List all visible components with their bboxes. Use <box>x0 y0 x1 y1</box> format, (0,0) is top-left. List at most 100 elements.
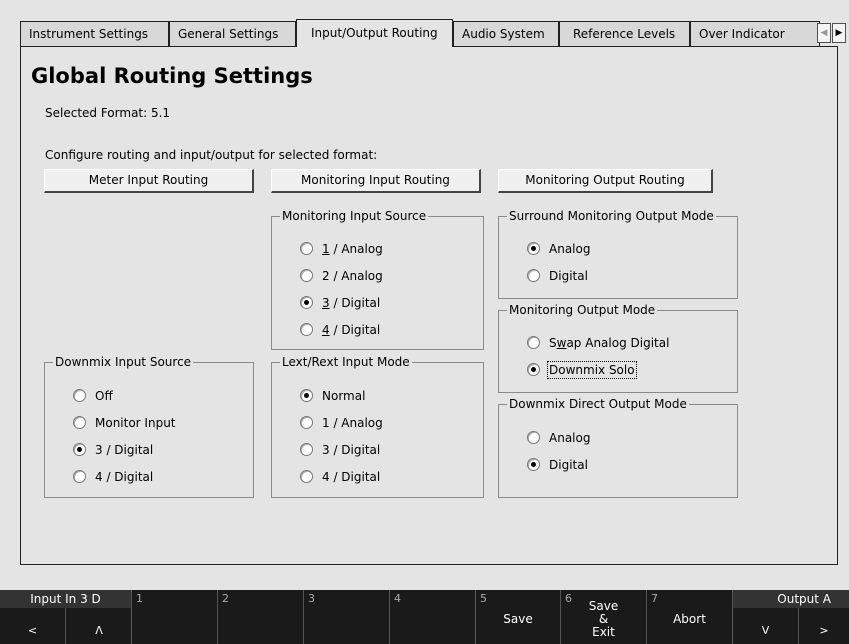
chevron-up-icon: Λ <box>95 624 103 637</box>
option-accelerator: w <box>556 336 567 350</box>
option-label: 2 / Analog <box>322 269 383 283</box>
option-accelerator: 3 <box>322 296 330 310</box>
page-title: Global Routing Settings <box>31 64 313 88</box>
radio-button[interactable] <box>300 389 313 402</box>
monitoring-output-routing-button[interactable]: Monitoring Output Routing <box>498 169 713 193</box>
option-accelerator: 4 <box>322 323 330 337</box>
monitoring-output-mode-group: Monitoring Output Mode Swap Analog Digit… <box>498 303 738 393</box>
radio-button[interactable] <box>300 242 313 255</box>
tab-label: Over Indicator <box>699 27 785 41</box>
monitoring-input-option-1-analog[interactable]: 1 / Analog <box>300 241 383 257</box>
scroll-right-icon[interactable]: ▶ <box>832 23 846 43</box>
radio-button[interactable] <box>527 242 540 255</box>
option-label: / Digital <box>329 296 381 310</box>
softkey-number: 5 <box>480 592 487 605</box>
tab-over-indicator[interactable]: Over Indicator <box>690 21 820 47</box>
downmix-direct-option-digital[interactable]: Digital <box>527 457 588 473</box>
radio-button[interactable] <box>527 458 540 471</box>
softkey-2[interactable]: 2 <box>218 590 304 644</box>
input-prev-button[interactable]: < <box>0 608 66 644</box>
radio-button[interactable] <box>300 443 313 456</box>
monitoring-input-option-3-digital[interactable]: 3 / Digital <box>300 295 380 311</box>
output-down-button[interactable]: V <box>733 608 799 644</box>
option-label: 4 / Digital <box>322 470 381 484</box>
surround-monitoring-output-mode-group: Surround Monitoring Output Mode Analog D… <box>498 209 738 299</box>
output-next-button[interactable]: > <box>799 608 849 644</box>
radio-button[interactable] <box>300 323 313 336</box>
meter-input-routing-button[interactable]: Meter Input Routing <box>44 169 254 193</box>
monitoring-output-option-swap-analog-digital[interactable]: Swap Analog Digital <box>527 335 669 351</box>
monitoring-input-option-4-digital[interactable]: 4 / Digital <box>300 322 380 338</box>
tab-label: Reference Levels <box>573 27 676 41</box>
tab-label: General Settings <box>178 27 279 41</box>
lext-rext-option-1-analog[interactable]: 1 / Analog <box>300 415 383 431</box>
radio-button[interactable] <box>527 336 540 349</box>
lext-rext-option-normal[interactable]: Normal <box>300 388 365 404</box>
downmix-input-option-3-digital[interactable]: 3 / Digital <box>73 442 153 458</box>
scroll-left-icon[interactable]: ◀ <box>817 23 831 43</box>
downmix-direct-output-mode-group: Downmix Direct Output Mode Analog Digita… <box>498 397 738 498</box>
radio-button[interactable] <box>527 363 540 376</box>
radio-button[interactable] <box>300 296 313 309</box>
radio-button[interactable] <box>73 389 86 402</box>
lext-rext-option-3-digital[interactable]: 3 / Digital <box>300 442 380 458</box>
downmix-direct-option-analog[interactable]: Analog <box>527 430 590 446</box>
downmix-input-option-4-digital[interactable]: 4 / Digital <box>73 469 153 485</box>
scroll-right-glyph: ▶ <box>835 28 843 38</box>
monitoring-input-routing-button[interactable]: Monitoring Input Routing <box>271 169 481 193</box>
radio-button[interactable] <box>527 431 540 444</box>
option-label: Digital <box>549 269 588 283</box>
softkey-number: 3 <box>308 592 315 605</box>
downmix-input-option-off[interactable]: Off <box>73 388 113 404</box>
radio-button[interactable] <box>527 269 540 282</box>
softkey-bar: Input In 3 D < Λ 1 2 3 4 5 Save 6 Save &… <box>0 590 849 644</box>
softkey-abort-button[interactable]: 7 Abort <box>647 590 733 644</box>
radio-button[interactable] <box>73 470 86 483</box>
group-title: Surround Monitoring Output Mode <box>507 209 716 223</box>
softkey-label: Save <box>503 612 533 626</box>
option-label: / Analog <box>329 242 383 256</box>
tab-input-output-routing[interactable]: Input/Output Routing <box>296 19 453 47</box>
input-label: Input In 3 D <box>0 590 131 608</box>
option-label: Analog <box>549 431 591 445</box>
radio-button[interactable] <box>300 416 313 429</box>
softkey-number: 2 <box>222 592 229 605</box>
radio-button[interactable] <box>73 416 86 429</box>
group-title: Downmix Direct Output Mode <box>507 397 689 411</box>
button-label: Monitoring Output Routing <box>525 173 685 187</box>
softkey-save-exit-button[interactable]: 6 Save & Exit <box>561 590 647 644</box>
tab-reference-levels[interactable]: Reference Levels <box>559 21 690 47</box>
softkey-3[interactable]: 3 <box>304 590 390 644</box>
option-label: 1 / Analog <box>322 416 383 430</box>
option-label-prefix: S <box>549 336 557 350</box>
downmix-input-source-group: Downmix Input Source Off Monitor Input 3… <box>44 355 254 498</box>
softkey-number: 1 <box>136 592 143 605</box>
softkey-1[interactable]: 1 <box>132 590 218 644</box>
tab-audio-system[interactable]: Audio System <box>453 21 559 47</box>
scroll-left-glyph: ◀ <box>820 28 828 38</box>
lext-rext-input-mode-group: Lext/Rext Input Mode Normal 1 / Analog 3… <box>271 355 484 498</box>
monitoring-input-option-2-analog[interactable]: 2 / Analog <box>300 268 383 284</box>
radio-button[interactable] <box>73 443 86 456</box>
radio-button[interactable] <box>300 269 313 282</box>
button-label: Meter Input Routing <box>88 173 209 187</box>
tab-instrument-settings[interactable]: Instrument Settings <box>20 21 169 47</box>
softkey-number: 4 <box>394 592 401 605</box>
group-title: Monitoring Output Mode <box>507 303 658 317</box>
option-label: Digital <box>549 458 588 472</box>
downmix-input-option-monitor-input[interactable]: Monitor Input <box>73 415 176 431</box>
input-up-button[interactable]: Λ <box>66 608 132 644</box>
softkey-4[interactable]: 4 <box>390 590 476 644</box>
surround-output-option-digital[interactable]: Digital <box>527 268 588 284</box>
radio-button[interactable] <box>300 470 313 483</box>
softkey-label: Abort <box>673 612 706 626</box>
lext-rext-option-4-digital[interactable]: 4 / Digital <box>300 469 380 485</box>
monitoring-output-option-downmix-solo[interactable]: Downmix Solo <box>527 361 637 379</box>
surround-output-option-analog[interactable]: Analog <box>527 241 590 257</box>
tab-bar: Instrument Settings General Settings Inp… <box>20 19 849 47</box>
chevron-left-icon: < <box>27 624 38 637</box>
option-label: / Digital <box>329 323 381 337</box>
softkey-save-button[interactable]: 5 Save <box>476 590 561 644</box>
tab-general-settings[interactable]: General Settings <box>169 21 296 47</box>
chevron-down-icon: V <box>761 624 770 637</box>
